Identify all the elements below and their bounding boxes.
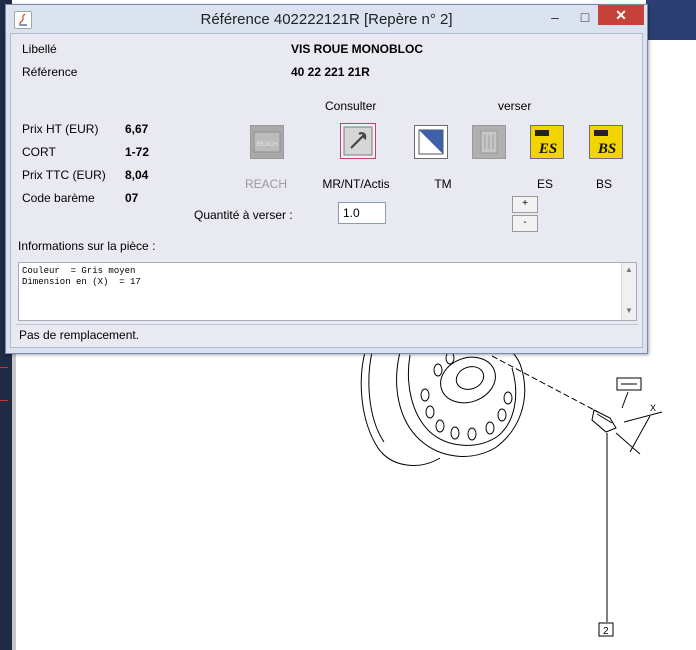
wheel-bolt bbox=[591, 409, 617, 433]
svg-text:ES: ES bbox=[538, 141, 557, 157]
dialog-content: Libellé VIS ROUE MONOBLOC Référence 40 2… bbox=[10, 33, 643, 348]
info-text: Couleur = Gris moyen Dimension en (X) = … bbox=[22, 266, 141, 287]
code-bareme-value: 07 bbox=[125, 191, 139, 205]
es-button[interactable]: ES bbox=[530, 125, 564, 159]
reference-label: Référence bbox=[22, 65, 78, 79]
scroll-down-icon[interactable]: ▼ bbox=[622, 306, 636, 318]
cort-label: CORT bbox=[22, 145, 56, 159]
reference-value: 40 22 221 21R bbox=[291, 65, 370, 79]
disabled-doc-icon bbox=[480, 130, 498, 154]
quantity-decrement-button[interactable]: - bbox=[512, 215, 538, 232]
rim-face bbox=[396, 351, 526, 457]
es-icon: ES bbox=[533, 128, 561, 157]
bs-label: BS bbox=[595, 177, 612, 191]
info-scrollbar[interactable]: ▲ ▼ bbox=[621, 263, 636, 320]
prix-ht-label: Prix HT (EUR) bbox=[22, 122, 99, 136]
minimize-button[interactable]: – bbox=[542, 9, 568, 27]
mr-nt-actis-button[interactable] bbox=[340, 123, 376, 159]
svg-text:REACH: REACH bbox=[256, 142, 277, 148]
title-bar[interactable]: Référence 402222121R [Repère n° 2] – □ ✕ bbox=[6, 5, 647, 33]
quantity-increment-button[interactable]: + bbox=[512, 196, 538, 213]
callout-number: 2 bbox=[603, 626, 609, 637]
svg-text:BS: BS bbox=[597, 141, 616, 157]
tm-document-icon bbox=[418, 129, 444, 155]
verser-heading: verser bbox=[498, 99, 532, 113]
tm-label: TM bbox=[434, 177, 452, 191]
prix-ttc-value: 8,04 bbox=[125, 168, 149, 182]
reference-dialog: Référence 402222121R [Repère n° 2] – □ ✕… bbox=[5, 4, 648, 354]
libelle-value: VIS ROUE MONOBLOC bbox=[291, 42, 424, 56]
scroll-up-icon[interactable]: ▲ bbox=[622, 265, 636, 277]
bs-button[interactable]: BS bbox=[589, 125, 623, 159]
bs-icon: BS bbox=[592, 128, 620, 157]
maximize-button[interactable]: □ bbox=[572, 9, 598, 27]
cort-value: 1-72 bbox=[125, 145, 150, 159]
close-button[interactable]: ✕ bbox=[598, 5, 644, 25]
wheel-hub bbox=[440, 356, 496, 404]
tm-button[interactable] bbox=[414, 125, 448, 159]
rim-holes bbox=[420, 351, 513, 441]
reach-label: REACH bbox=[244, 177, 287, 191]
reach-button[interactable]: REACH bbox=[250, 125, 284, 159]
quantity-input[interactable] bbox=[338, 202, 386, 224]
reach-icon: REACH bbox=[253, 131, 281, 153]
info-label: Informations sur la pièce : bbox=[18, 239, 156, 253]
dimension-label: X bbox=[650, 403, 656, 413]
code-bareme-label: Code barème bbox=[22, 191, 95, 205]
info-textarea[interactable]: Couleur = Gris moyen Dimension en (X) = … bbox=[18, 262, 637, 321]
footer-separator bbox=[16, 324, 638, 325]
mr-nt-actis-label: MR/NT/Actis bbox=[322, 177, 390, 191]
quantity-label: Quantité à verser : bbox=[194, 208, 293, 222]
status-text: Pas de remplacement. bbox=[19, 328, 140, 342]
libelle-label: Libellé bbox=[22, 42, 57, 56]
consulter-heading: Consulter bbox=[325, 99, 377, 113]
wrench-icon bbox=[343, 126, 373, 156]
prix-ttc-label: Prix TTC (EUR) bbox=[22, 168, 106, 182]
disabled-doc-button[interactable] bbox=[472, 125, 506, 159]
prix-ht-value: 6,67 bbox=[125, 122, 149, 136]
